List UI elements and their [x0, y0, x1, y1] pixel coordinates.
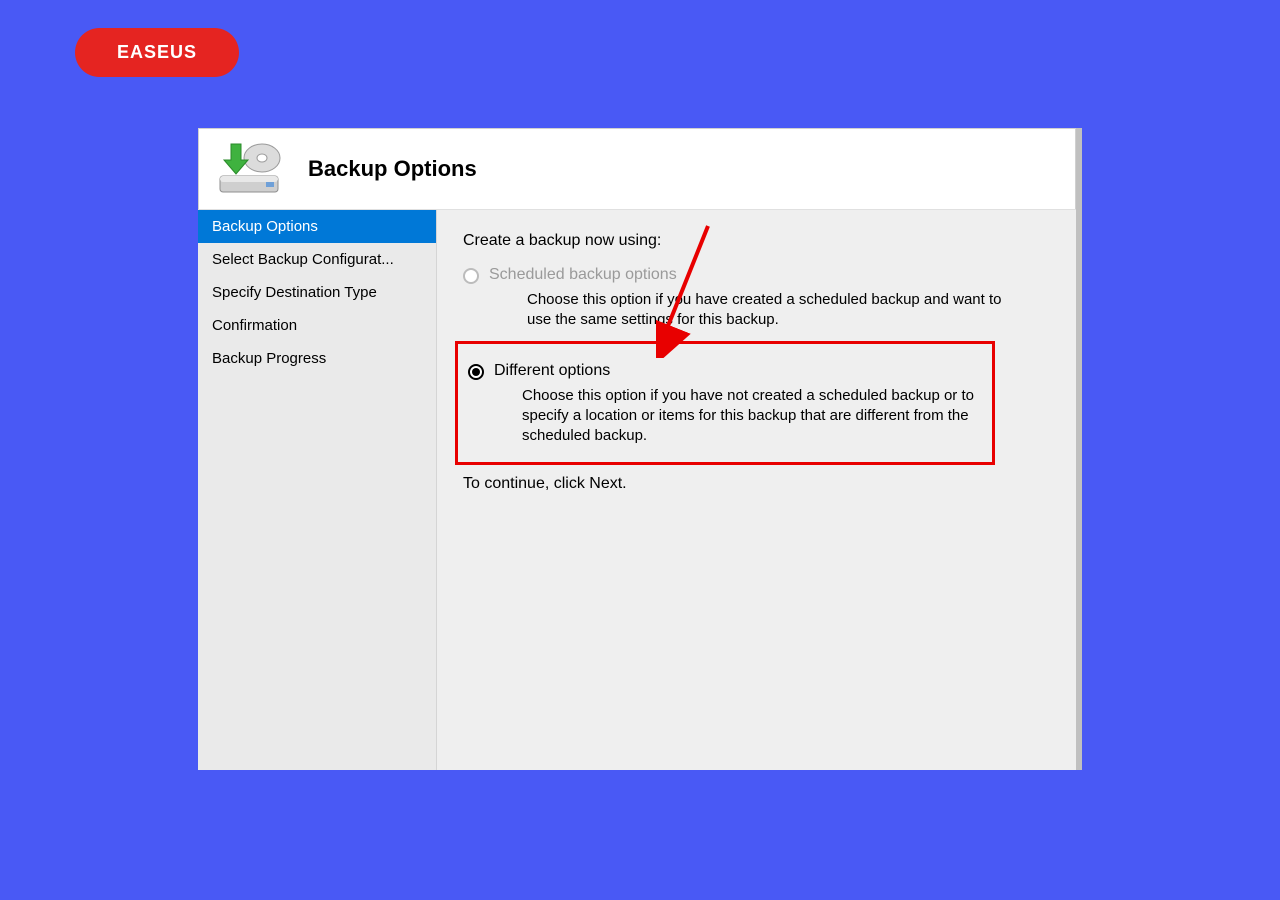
sidebar-item-specify-destination-type[interactable]: Specify Destination Type — [198, 276, 436, 309]
backup-drive-icon — [214, 142, 284, 196]
backup-options-window: Backup Options Backup Options Select Bac… — [198, 128, 1082, 770]
prompt-text: Create a backup now using: — [463, 232, 1050, 250]
wizard-sidebar: Backup Options Select Backup Configurat.… — [198, 210, 437, 770]
brand-badge: EASEUS — [75, 28, 239, 77]
sidebar-item-backup-progress[interactable]: Backup Progress — [198, 342, 436, 375]
window-body: Backup Options Select Backup Configurat.… — [198, 210, 1076, 770]
option-scheduled-row: Scheduled backup options — [463, 266, 1050, 284]
window-title: Backup Options — [308, 156, 477, 182]
highlight-box: Different options Choose this option if … — [455, 341, 995, 466]
option-different-desc: Choose this option if you have not creat… — [522, 386, 976, 447]
sidebar-item-confirmation[interactable]: Confirmation — [198, 309, 436, 342]
option-scheduled-label: Scheduled backup options — [489, 266, 677, 284]
radio-different[interactable] — [468, 364, 484, 380]
sidebar-item-select-backup-config[interactable]: Select Backup Configurat... — [198, 243, 436, 276]
radio-scheduled — [463, 268, 479, 284]
option-different-label: Different options — [494, 362, 610, 380]
window-header: Backup Options — [198, 128, 1076, 210]
continue-text: To continue, click Next. — [463, 475, 1050, 493]
wizard-content: Create a backup now using: Scheduled bac… — [437, 210, 1076, 770]
option-scheduled-desc: Choose this option if you have created a… — [527, 290, 1007, 331]
sidebar-item-backup-options[interactable]: Backup Options — [198, 210, 436, 243]
option-different-row[interactable]: Different options — [468, 362, 976, 380]
